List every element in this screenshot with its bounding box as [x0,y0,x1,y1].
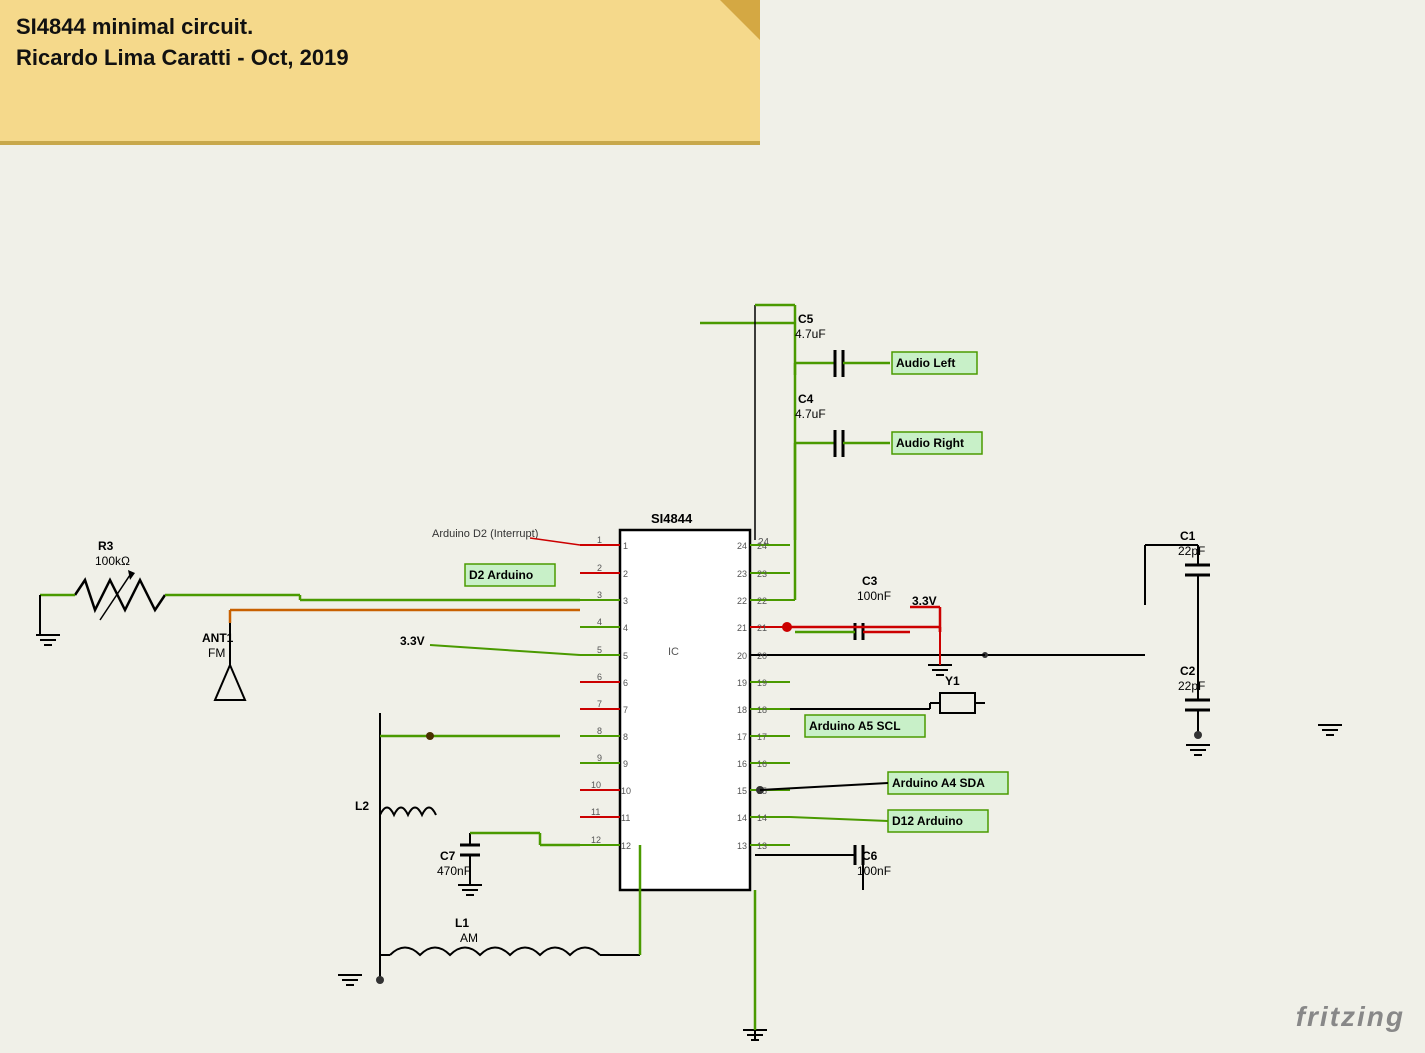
svg-text:12: 12 [621,841,631,851]
svg-text:22: 22 [757,596,767,606]
svg-text:FM: FM [208,646,225,660]
svg-text:19: 19 [737,678,747,688]
svg-text:23: 23 [757,569,767,579]
main-canvas: SI4844 minimal circuit. Ricardo Lima Car… [0,0,1425,1053]
svg-text:4.7uF: 4.7uF [795,327,826,341]
svg-text:C2: C2 [1180,664,1196,678]
svg-text:Arduino D2 (Interrupt): Arduino D2 (Interrupt) [432,528,538,540]
svg-text:5: 5 [597,645,602,655]
title-line2: Ricardo Lima Caratti - Oct, 2019 [16,45,349,70]
svg-text:100kΩ: 100kΩ [95,554,130,568]
svg-text:4: 4 [597,617,602,627]
note-area: SI4844 minimal circuit. Ricardo Lima Car… [0,0,760,145]
svg-text:L1: L1 [455,916,469,930]
svg-text:23: 23 [737,569,747,579]
svg-text:11: 11 [591,807,600,817]
svg-text:Arduino A4 SDA: Arduino A4 SDA [892,776,985,790]
svg-text:1: 1 [623,541,628,551]
svg-text:21: 21 [757,623,767,633]
svg-text:Audio Right: Audio Right [896,436,964,450]
svg-text:Y1: Y1 [945,674,960,688]
svg-text:2: 2 [597,563,602,573]
svg-text:6: 6 [597,672,602,682]
svg-text:C5: C5 [798,312,814,326]
svg-text:13: 13 [757,841,767,851]
svg-text:18: 18 [757,705,767,715]
svg-text:19: 19 [757,678,767,688]
svg-text:14: 14 [757,813,767,823]
svg-text:14: 14 [737,813,747,823]
title-line1: SI4844 minimal circuit. [16,14,253,39]
svg-text:24: 24 [737,541,747,551]
svg-text:7: 7 [597,699,602,709]
svg-text:10: 10 [621,786,631,796]
svg-text:20: 20 [737,651,747,661]
svg-text:16: 16 [737,759,747,769]
svg-text:10: 10 [591,780,601,790]
note-corner [720,0,760,40]
svg-text:100nF: 100nF [857,589,891,603]
svg-text:9: 9 [597,753,602,763]
svg-text:21: 21 [737,623,747,633]
svg-text:18: 18 [737,705,747,715]
svg-text:IC: IC [668,646,679,658]
svg-text:7: 7 [623,705,628,715]
svg-text:Arduino A5 SCL: Arduino A5 SCL [809,719,901,733]
svg-text:C4: C4 [798,392,814,406]
svg-text:C3: C3 [862,574,878,588]
svg-text:9: 9 [623,759,628,769]
svg-text:3: 3 [597,590,602,600]
svg-text:17: 17 [757,732,767,742]
svg-text:D2 Arduino: D2 Arduino [469,568,533,582]
svg-text:17: 17 [737,732,747,742]
svg-text:22pF: 22pF [1178,544,1205,558]
svg-text:C7: C7 [440,849,456,863]
fritzing-label: fritzing [1296,1001,1405,1032]
svg-text:D12 Arduino: D12 Arduino [892,814,963,828]
svg-text:3: 3 [623,596,628,606]
svg-text:R3: R3 [98,539,114,553]
svg-text:13: 13 [737,841,747,851]
circuit-diagram: Audio Left Audio Right 24 SI4844 IC 1 1 … [0,145,1425,1053]
svg-text:6: 6 [623,678,628,688]
svg-text:5: 5 [623,651,628,661]
svg-text:8: 8 [597,726,602,736]
svg-text:12: 12 [591,835,601,845]
svg-text:2: 2 [623,569,628,579]
svg-text:Audio Left: Audio Left [896,356,955,370]
fritzing-logo: fritzing [1296,1001,1405,1033]
svg-text:20: 20 [757,651,767,661]
svg-text:22: 22 [737,596,747,606]
svg-text:22pF: 22pF [1178,679,1205,693]
svg-text:470nF: 470nF [437,864,471,878]
note-title: SI4844 minimal circuit. Ricardo Lima Car… [16,12,744,74]
svg-text:15: 15 [737,786,747,796]
svg-text:4.7uF: 4.7uF [795,407,826,421]
svg-text:AM: AM [460,931,478,945]
svg-text:8: 8 [623,732,628,742]
svg-text:16: 16 [757,759,767,769]
svg-text:L2: L2 [355,799,369,813]
svg-text:11: 11 [621,813,630,823]
svg-text:24: 24 [757,541,767,551]
svg-text:SI4844: SI4844 [651,511,693,526]
svg-text:C1: C1 [1180,529,1196,543]
svg-text:4: 4 [623,623,628,633]
svg-text:ANT1: ANT1 [202,631,234,645]
svg-text:3.3V: 3.3V [400,634,425,648]
svg-text:1: 1 [597,535,602,545]
